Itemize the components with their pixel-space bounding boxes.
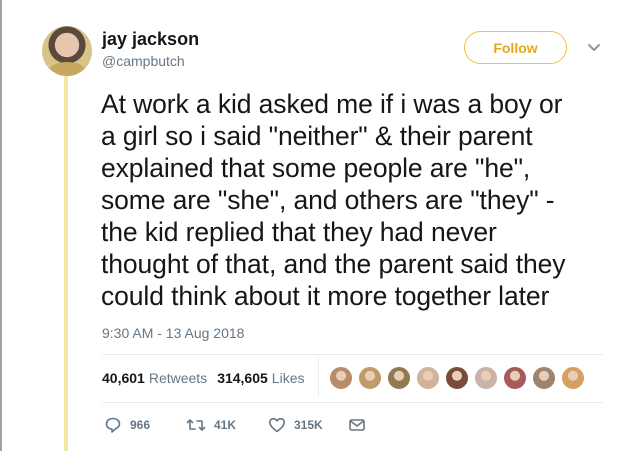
reply-icon	[105, 417, 121, 433]
envelope-icon	[349, 419, 365, 431]
liker-avatar[interactable]	[503, 366, 527, 390]
liker-avatar[interactable]	[532, 366, 556, 390]
like-stat-label: Likes	[271, 370, 305, 386]
tweet-actions: 966 41K 315K	[104, 416, 374, 434]
chevron-down-icon[interactable]	[584, 40, 604, 56]
retweet-action[interactable]: 41K	[186, 416, 268, 434]
tweet-stats: 40,601 Retweets 314,605 Likes	[102, 370, 314, 386]
follow-button[interactable]: Follow	[464, 31, 567, 64]
user-handle[interactable]: @campbutch	[102, 53, 185, 69]
liker-avatar[interactable]	[358, 366, 382, 390]
stats-separator	[318, 357, 319, 397]
liker-avatar[interactable]	[329, 366, 353, 390]
liker-avatar[interactable]	[445, 366, 469, 390]
liker-avatars	[329, 366, 590, 390]
liker-avatar[interactable]	[387, 366, 411, 390]
reply-action[interactable]: 966	[104, 416, 186, 434]
reply-count: 966	[130, 418, 151, 432]
liker-avatar[interactable]	[561, 366, 585, 390]
tweet-timestamp[interactable]: 9:30 AM - 13 Aug 2018	[102, 325, 244, 341]
retweet-stat[interactable]: 40,601 Retweets	[102, 370, 207, 386]
like-action[interactable]: 315K	[268, 416, 348, 434]
avatar[interactable]	[42, 26, 92, 76]
retweet-icon	[186, 419, 206, 431]
tweet-text: At work a kid asked me if i was a boy or…	[101, 89, 566, 311]
avatar-shirt	[48, 62, 86, 76]
liker-avatar[interactable]	[416, 366, 440, 390]
heart-icon	[269, 417, 285, 433]
retweet-stat-label: Retweets	[148, 370, 208, 386]
retweet-count: 40,601	[102, 370, 145, 386]
like-stat[interactable]: 314,605 Likes	[217, 370, 304, 386]
liker-avatar[interactable]	[474, 366, 498, 390]
user-name[interactable]: jay jackson	[102, 29, 199, 50]
message-action[interactable]	[348, 416, 374, 434]
window-edge	[0, 0, 2, 451]
like-count: 314,605	[217, 370, 268, 386]
retweet-action-count: 41K	[214, 418, 237, 432]
like-action-count: 315K	[294, 418, 323, 432]
divider-bottom	[102, 402, 603, 403]
thread-line	[64, 75, 68, 451]
divider-top	[102, 354, 603, 355]
